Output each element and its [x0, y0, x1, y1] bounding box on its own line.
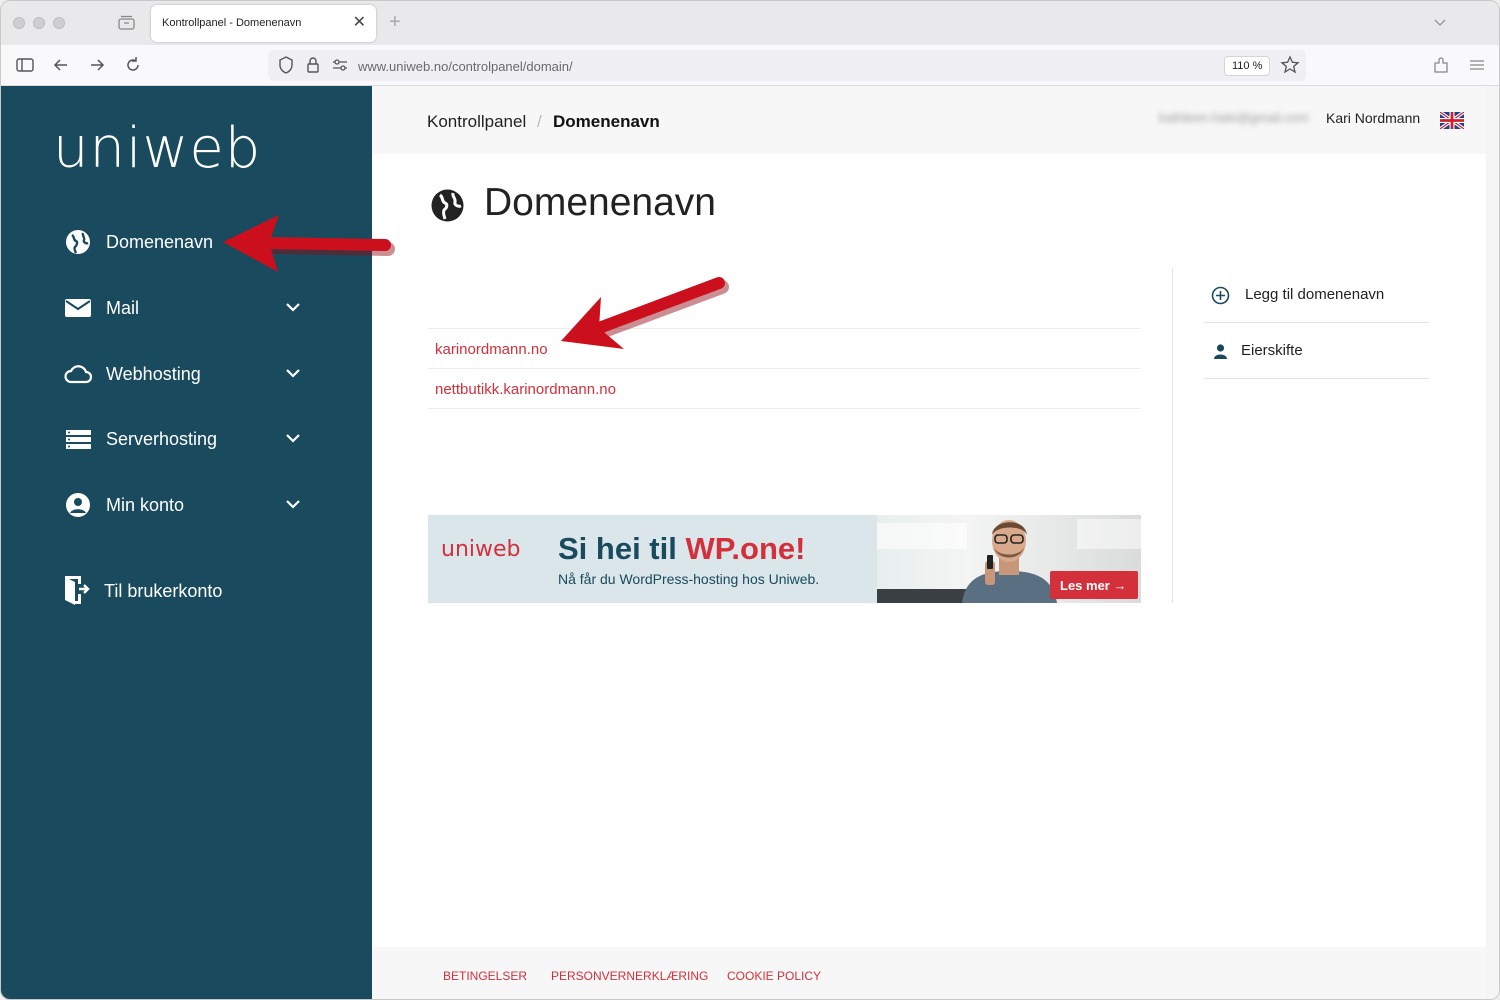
annotation-arrow-icon	[561, 277, 729, 349]
annotation-arrow-icon	[223, 215, 395, 272]
annotation-overlay	[223, 215, 729, 349]
browser-window: Kontrollpanel - Domenenavn ✕ + www.uniwe…	[0, 0, 1500, 1000]
